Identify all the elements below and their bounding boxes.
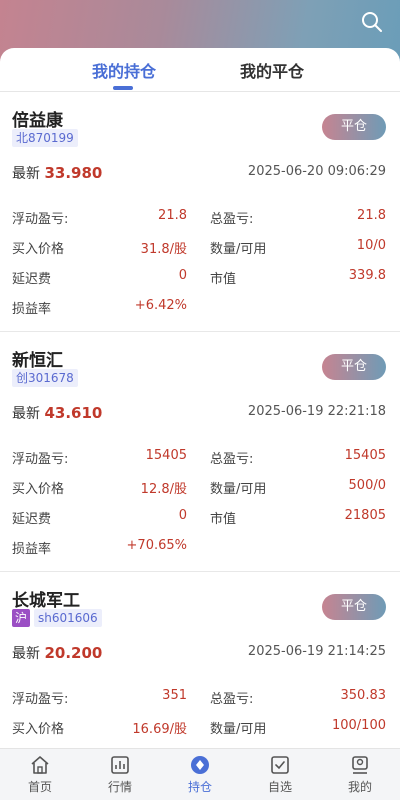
latest-price: 最新 20.200 <box>12 643 102 663</box>
market-tag: 沪 <box>12 609 31 627</box>
stock-name: 新恒汇 <box>12 351 63 371</box>
float-pl-label: 浮动盈亏: <box>12 692 69 707</box>
latest-price: 最新 33.980 <box>12 163 102 183</box>
stock-code-badge: 创301678 <box>12 369 78 387</box>
nav-watchlist[interactable]: 自选 <box>240 755 320 795</box>
position-details: 浮动盈亏: 21.8 总盈亏: 21.8 买入价格 31.8/股 数量/可用 1… <box>0 208 400 328</box>
nav-watchlist-label: 自选 <box>267 780 292 794</box>
nav-home-label: 首页 <box>27 780 52 794</box>
position-details: 浮动盈亏: 351 总盈亏: 350.83 买入价格 16.69/股 数量/可用… <box>0 688 400 748</box>
latest-price-value: 43.610 <box>44 404 103 422</box>
bottom-nav: 首页 行情 持仓 自选 我的 <box>0 748 400 800</box>
float-pl-label: 浮动盈亏: <box>12 452 69 467</box>
total-pl-value: 15405 <box>344 448 386 463</box>
position-card[interactable]: 倍益康 北870199 平仓 最新 33.980 2025-06-20 09:0… <box>0 92 400 332</box>
trade-time: 2025-06-20 09:06:29 <box>247 164 386 179</box>
active-tab-indicator <box>113 86 133 90</box>
latest-label: 最新 <box>12 406 40 422</box>
pl-rate-label: 损益率 <box>12 302 52 317</box>
latest-price-value: 20.200 <box>44 644 103 662</box>
qty-avail-value: 100/100 <box>331 718 386 733</box>
close-position-button[interactable]: 平仓 <box>322 354 386 380</box>
nav-positions-label: 持仓 <box>187 780 212 794</box>
stock-code-row: 创301678 <box>12 369 78 387</box>
float-pl-value: 15405 <box>145 448 187 463</box>
position-icon <box>191 756 209 774</box>
close-position-button[interactable]: 平仓 <box>322 114 386 140</box>
buy-price-label: 买入价格 <box>12 482 65 497</box>
buy-price-value: 31.8/股 <box>140 242 187 257</box>
total-pl-label: 总盈亏: <box>210 692 254 707</box>
pl-rate-value: +6.42% <box>134 298 187 313</box>
qty-avail-label: 数量/可用 <box>210 242 267 257</box>
delay-fee-label: 延迟费 <box>12 512 52 527</box>
nav-market[interactable]: 行情 <box>80 755 160 795</box>
nav-home[interactable]: 首页 <box>0 755 80 795</box>
tab-bar: 我的持仓 我的平仓 <box>0 48 400 92</box>
nav-market-label: 行情 <box>107 780 132 794</box>
qty-avail-label: 数量/可用 <box>210 482 267 497</box>
tab-my-positions[interactable]: 我的持仓 <box>92 58 156 82</box>
position-card[interactable]: 长城军工 沪 sh601606 平仓 最新 20.200 2025-06-19 … <box>0 572 400 748</box>
market-value-label: 市值 <box>210 272 237 287</box>
market-value-value: 21805 <box>344 508 386 523</box>
latest-price-value: 33.980 <box>44 164 103 182</box>
market-value-label: 市值 <box>210 512 237 527</box>
trade-time: 2025-06-19 21:14:25 <box>247 644 386 659</box>
qty-avail-value: 500/0 <box>348 478 386 493</box>
profile-icon <box>352 756 368 774</box>
total-pl-value: 21.8 <box>357 208 386 223</box>
chart-icon <box>111 756 129 774</box>
buy-price-value: 16.69/股 <box>132 722 187 737</box>
total-pl-label: 总盈亏: <box>210 452 254 467</box>
float-pl-label: 浮动盈亏: <box>12 212 69 227</box>
delay-fee-value: 0 <box>178 508 187 523</box>
search-icon[interactable] <box>360 10 384 34</box>
position-details: 浮动盈亏: 15405 总盈亏: 15405 买入价格 12.8/股 数量/可用… <box>0 448 400 568</box>
latest-label: 最新 <box>12 166 40 182</box>
latest-price: 最新 43.610 <box>12 403 102 423</box>
buy-price-value: 12.8/股 <box>140 482 187 497</box>
qty-avail-value: 10/0 <box>356 238 386 253</box>
position-card[interactable]: 新恒汇 创301678 平仓 最新 43.610 2025-06-19 22:2… <box>0 332 400 572</box>
market-value-value: 339.8 <box>348 268 386 283</box>
nav-positions[interactable]: 持仓 <box>160 755 240 795</box>
stock-name: 倍益康 <box>12 111 63 131</box>
nav-profile-label: 我的 <box>347 780 372 794</box>
stock-code-badge: 北870199 <box>12 129 78 147</box>
nav-profile[interactable]: 我的 <box>320 755 400 795</box>
delay-fee-value: 0 <box>178 268 187 283</box>
float-pl-value: 21.8 <box>158 208 187 223</box>
close-position-button[interactable]: 平仓 <box>322 594 386 620</box>
checkbox-icon <box>271 756 289 774</box>
total-pl-value: 350.83 <box>340 688 387 703</box>
pl-rate-label: 损益率 <box>12 542 52 557</box>
trade-time: 2025-06-19 22:21:18 <box>247 404 386 419</box>
stock-code-badge: sh601606 <box>34 609 102 627</box>
home-icon <box>31 756 49 774</box>
float-pl-value: 351 <box>162 688 187 703</box>
buy-price-label: 买入价格 <box>12 722 65 737</box>
buy-price-label: 买入价格 <box>12 242 65 257</box>
delay-fee-label: 延迟费 <box>12 272 52 287</box>
total-pl-label: 总盈亏: <box>210 212 254 227</box>
stock-code-row: 沪 sh601606 <box>12 609 102 627</box>
qty-avail-label: 数量/可用 <box>210 722 267 737</box>
stock-name: 长城军工 <box>12 591 80 611</box>
stock-code-row: 北870199 <box>12 129 78 147</box>
tab-my-closed[interactable]: 我的平仓 <box>240 58 304 82</box>
pl-rate-value: +70.65% <box>126 538 187 553</box>
latest-label: 最新 <box>12 646 40 662</box>
positions-panel: 我的持仓 我的平仓 倍益康 北870199 平仓 最新 33.980 2025-… <box>0 48 400 748</box>
